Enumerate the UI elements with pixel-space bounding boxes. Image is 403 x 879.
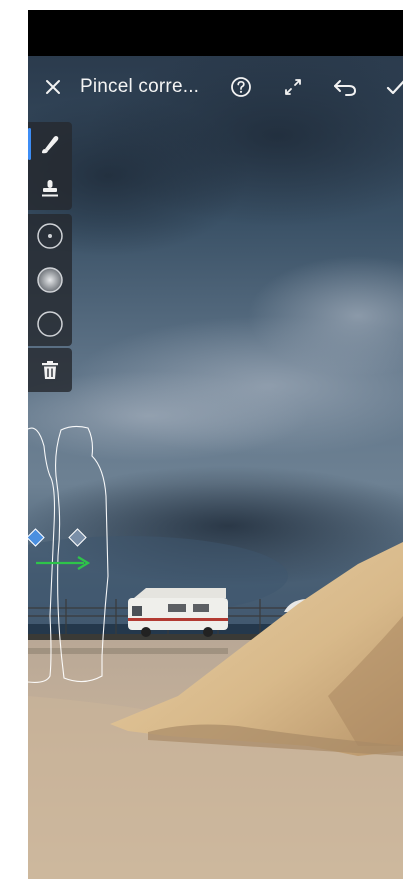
photo-canvas[interactable] — [28, 56, 403, 879]
brush-icon — [42, 136, 59, 154]
brush-feather[interactable] — [28, 258, 72, 302]
mask-actions — [28, 348, 72, 392]
trash-icon — [42, 361, 58, 379]
page-title: Pincel corre... — [80, 76, 200, 97]
direction-arrow-icon — [36, 556, 91, 570]
help-button[interactable] — [230, 74, 252, 100]
help-icon — [231, 77, 251, 97]
brush-size-large[interactable] — [28, 302, 72, 346]
delete-mask-button[interactable] — [28, 348, 72, 392]
motorhome — [128, 588, 228, 637]
editor-screen: Pincel corre... — [28, 10, 403, 879]
brush-large-icon — [37, 311, 63, 337]
brush-small-icon — [37, 223, 63, 249]
stamp-icon — [42, 180, 58, 197]
brush-tool-button[interactable] — [28, 122, 72, 166]
brush-feather-icon — [37, 267, 63, 293]
status-bar — [28, 10, 403, 56]
photo-scene — [28, 56, 403, 879]
editor-toolbar: Pincel corre... — [28, 56, 403, 116]
confirm-button[interactable] — [386, 74, 403, 100]
tool-selector — [28, 122, 72, 210]
expand-icon — [285, 79, 301, 95]
checkmark-icon — [386, 80, 403, 95]
expand-button[interactable] — [282, 74, 304, 100]
selected-indicator — [28, 128, 31, 160]
undo-icon — [334, 80, 357, 96]
brush-options — [28, 214, 72, 346]
close-icon — [46, 80, 60, 94]
undo-button[interactable] — [332, 74, 358, 100]
brush-size-small[interactable] — [28, 214, 72, 258]
stamp-tool-button[interactable] — [28, 166, 72, 210]
close-button[interactable] — [44, 74, 62, 100]
